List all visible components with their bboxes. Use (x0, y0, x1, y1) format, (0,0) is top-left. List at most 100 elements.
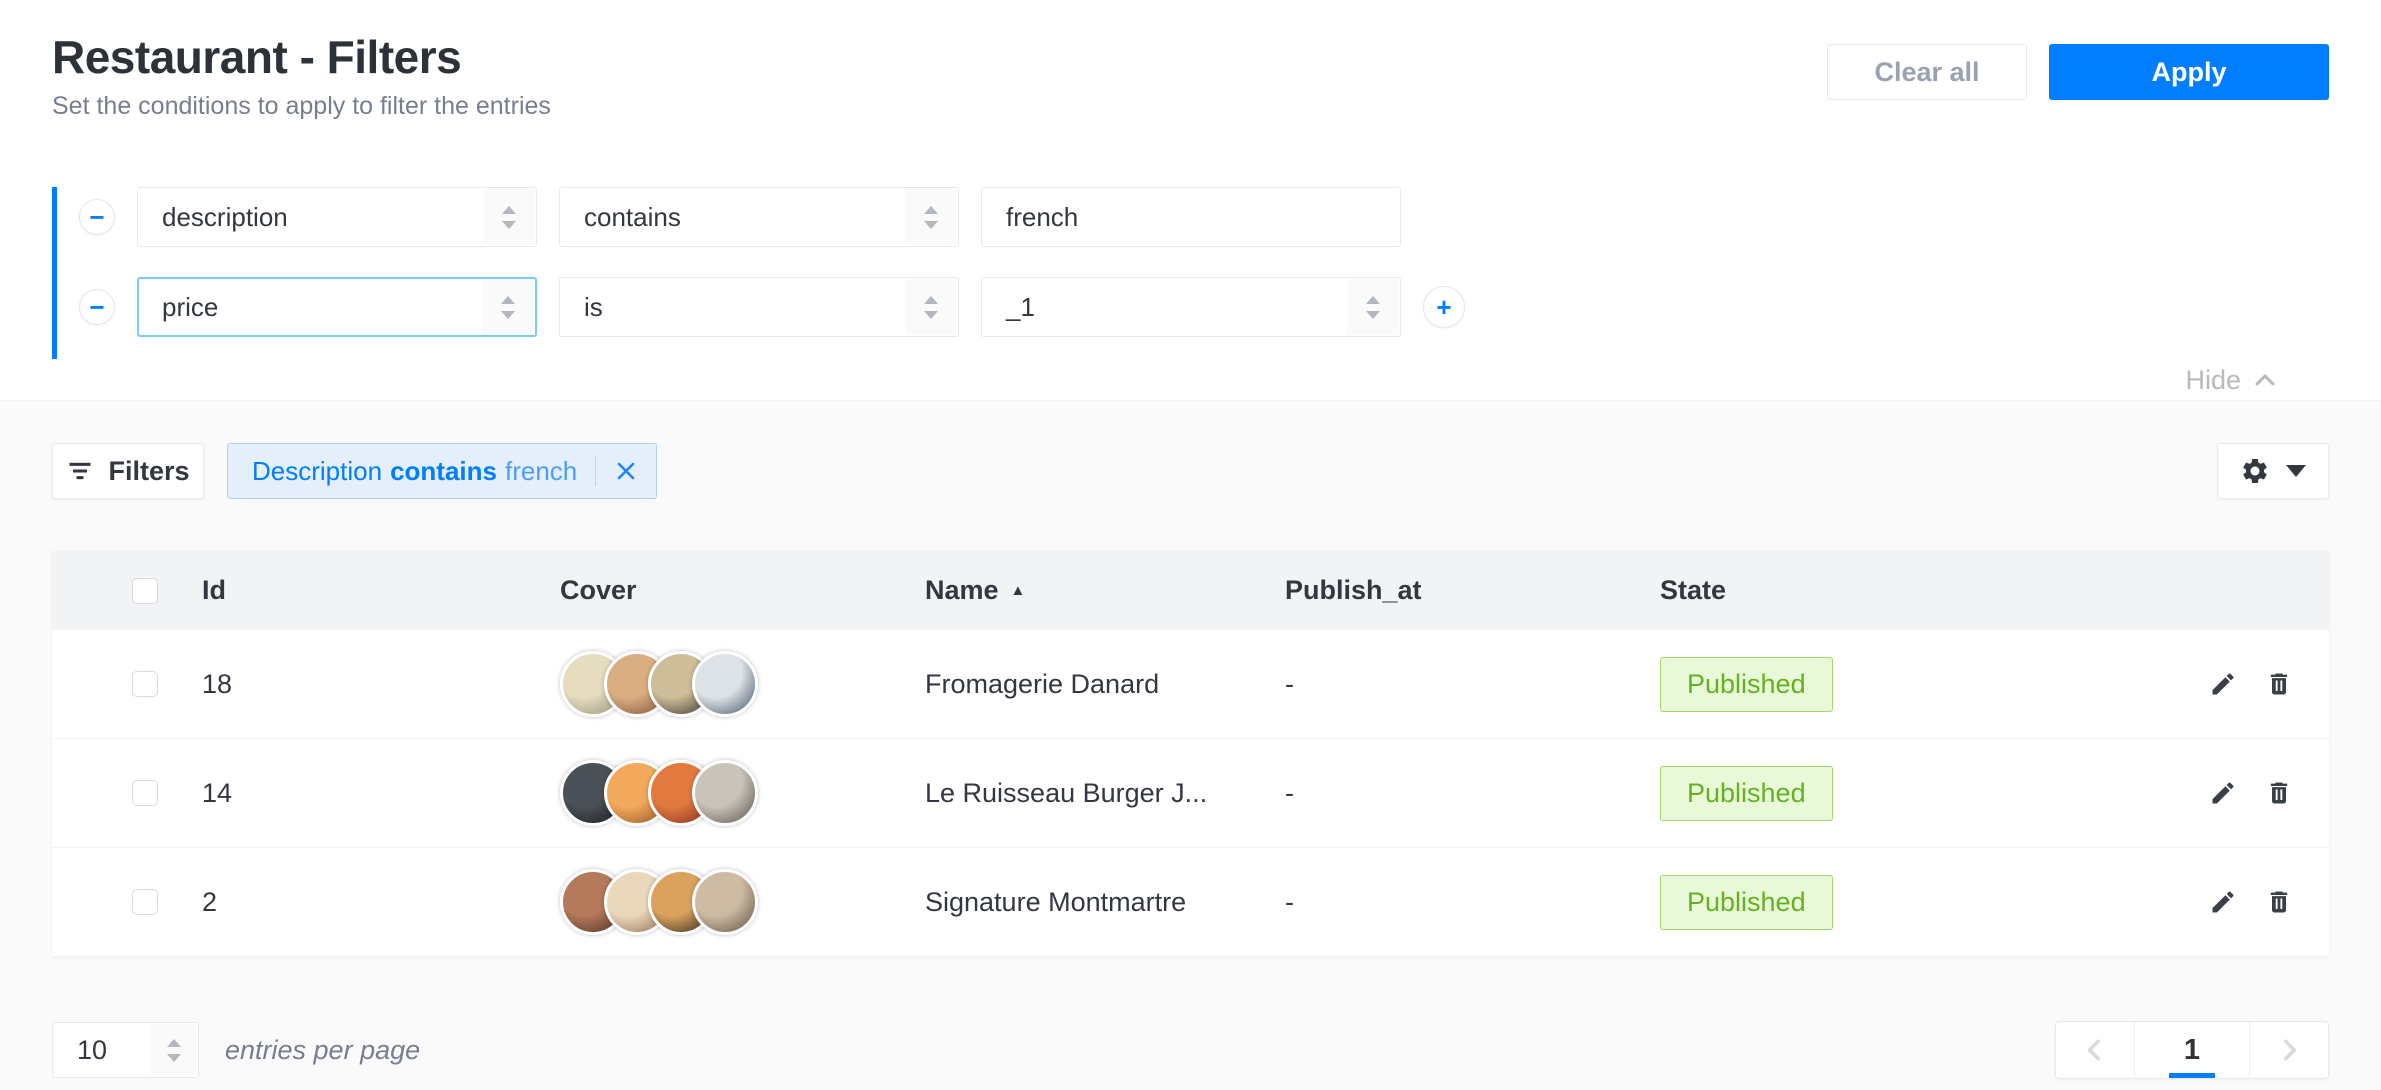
page-subtitle: Set the conditions to apply to filter th… (52, 92, 551, 121)
pagination: 1 (2055, 1021, 2329, 1079)
page-header: Restaurant - Filters Set the conditions … (0, 0, 2381, 121)
delete-button[interactable] (2265, 888, 2293, 916)
filter-row: − description contains (79, 187, 2329, 247)
select-arrows-icon (482, 280, 534, 334)
column-header-state[interactable]: State (1660, 575, 2149, 606)
gear-icon (2240, 456, 2270, 486)
cell-id: 14 (202, 778, 560, 809)
filter-builder: − description contains − price i (52, 187, 2329, 396)
minus-icon: − (89, 292, 104, 322)
sort-asc-icon: ▲ (1011, 582, 1026, 599)
filters-button-label: Filters (108, 456, 189, 487)
clear-all-button[interactable]: Clear all (1827, 44, 2027, 100)
prev-page-button[interactable] (2056, 1022, 2134, 1078)
filters-button[interactable]: Filters (52, 443, 204, 499)
filters-panel: Restaurant - Filters Set the conditions … (0, 0, 2381, 400)
filter-operator-select[interactable]: contains (559, 187, 959, 247)
select-arrows-icon (151, 1024, 197, 1076)
pencil-icon (2209, 670, 2237, 698)
filter-field-value: price (162, 292, 218, 323)
add-filter-button[interactable]: + (1423, 286, 1465, 328)
edit-button[interactable] (2209, 670, 2237, 698)
filter-operator-select[interactable]: is (559, 277, 959, 337)
cover-image (692, 651, 758, 717)
plus-icon: + (1436, 292, 1451, 322)
cell-id: 2 (202, 887, 560, 918)
chevron-up-icon[interactable] (2253, 369, 2277, 393)
trash-icon (2265, 779, 2293, 807)
column-header-publish-at[interactable]: Publish_at (1285, 575, 1660, 606)
chevron-right-icon (2276, 1037, 2302, 1063)
table-row[interactable]: 2 Signature Montmartre - Published (52, 848, 2329, 957)
remove-filter-button[interactable]: − (79, 289, 115, 325)
cell-cover (560, 760, 925, 826)
chevron-down-icon (2286, 465, 2306, 477)
cell-publish-at: - (1285, 778, 1660, 809)
filter-value: _1 (1006, 292, 1035, 323)
next-page-button[interactable] (2250, 1022, 2328, 1078)
select-arrows-icon (1347, 279, 1399, 335)
apply-button[interactable]: Apply (2049, 44, 2329, 100)
cell-id: 18 (202, 669, 560, 700)
close-icon[interactable] (614, 459, 638, 483)
row-checkbox[interactable] (132, 889, 158, 915)
edit-button[interactable] (2209, 888, 2237, 916)
edit-button[interactable] (2209, 779, 2237, 807)
active-filter-tag[interactable]: Description contains french (227, 443, 657, 499)
current-page[interactable]: 1 (2134, 1022, 2250, 1078)
filter-operator-value: is (584, 292, 603, 323)
row-checkbox[interactable] (132, 780, 158, 806)
select-arrows-icon (905, 189, 957, 245)
delete-button[interactable] (2265, 670, 2293, 698)
filter-row: − price is _1 + (79, 277, 2329, 337)
column-header-cover[interactable]: Cover (560, 575, 925, 606)
chevron-left-icon (2082, 1037, 2108, 1063)
filter-tag-field: Description (252, 456, 382, 487)
toolbar: Filters Description contains french (52, 443, 2329, 499)
page-title: Restaurant - Filters (52, 30, 551, 84)
status-badge: Published (1660, 875, 1833, 930)
entries-per-page-label: entries per page (225, 1035, 420, 1066)
table-row[interactable]: 14 Le Ruisseau Burger J... - Published (52, 739, 2329, 848)
status-badge: Published (1660, 766, 1833, 821)
delete-button[interactable] (2265, 779, 2293, 807)
filter-value-input[interactable] (981, 187, 1401, 247)
select-arrows-icon (905, 279, 957, 335)
filter-tag-operator: contains (390, 456, 497, 487)
cover-image (692, 760, 758, 826)
tag-divider (595, 456, 596, 486)
column-header-id[interactable]: Id (202, 575, 560, 606)
current-page-indicator (2169, 1073, 2215, 1078)
filter-operator-value: contains (584, 202, 681, 233)
row-checkbox[interactable] (132, 671, 158, 697)
table-row[interactable]: 18 Fromagerie Danard - Published (52, 630, 2329, 739)
column-header-name[interactable]: Name ▲ (925, 575, 1285, 606)
hide-filters-link[interactable]: Hide (2185, 365, 2241, 396)
filter-field-select[interactable]: price (137, 277, 537, 337)
status-badge: Published (1660, 657, 1833, 712)
pencil-icon (2209, 888, 2237, 916)
minus-icon: − (89, 202, 104, 232)
filter-icon (66, 457, 94, 485)
remove-filter-button[interactable]: − (79, 199, 115, 235)
filter-field-select[interactable]: description (137, 187, 537, 247)
select-arrows-icon (483, 189, 535, 245)
table-settings-button[interactable] (2217, 443, 2329, 499)
trash-icon (2265, 888, 2293, 916)
cell-name: Signature Montmartre (925, 887, 1285, 918)
trash-icon (2265, 670, 2293, 698)
filter-field-value: description (162, 202, 288, 233)
page-size-value: 10 (77, 1035, 107, 1066)
cell-publish-at: - (1285, 669, 1660, 700)
filter-rows: − description contains − price i (52, 187, 2329, 359)
page-size-select[interactable]: 10 (52, 1022, 199, 1078)
cell-cover (560, 869, 925, 935)
cover-image (692, 869, 758, 935)
filter-value-select[interactable]: _1 (981, 277, 1401, 337)
cell-cover (560, 651, 925, 717)
cell-name: Le Ruisseau Burger J... (925, 778, 1285, 809)
select-all-checkbox[interactable] (132, 578, 158, 604)
table-header-row: Id Cover Name ▲ Publish_at State (52, 551, 2329, 630)
cell-name: Fromagerie Danard (925, 669, 1285, 700)
table-footer: 10 entries per page 1 (52, 1021, 2329, 1079)
